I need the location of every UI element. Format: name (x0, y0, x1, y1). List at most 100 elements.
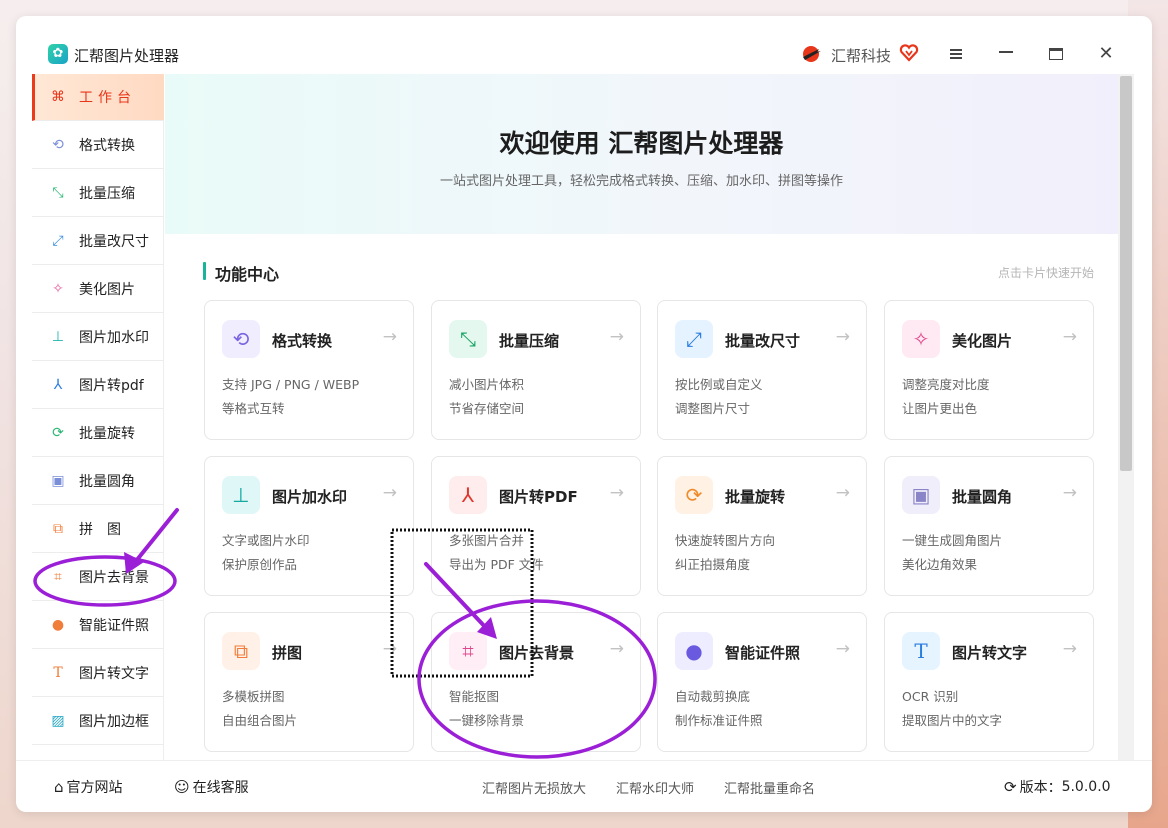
card-title: 批量改尺寸 (725, 332, 801, 350)
card-collage[interactable]: ⧉ 拼图 → 多模板拼图 自由组合图片 (204, 612, 414, 752)
support-label: 在线客服 (192, 780, 249, 796)
sidebar-item-beautify[interactable]: ✧ 美化图片 (32, 266, 164, 313)
card-desc-line1: 自动裁剪换底 (675, 689, 751, 704)
sidebar-item-label: 智能证件照 (79, 618, 149, 634)
sidebar-item-label: 拼图 (79, 522, 135, 538)
sidebar-item-label: 图片加水印 (79, 330, 149, 346)
brand-name[interactable]: 汇帮科技 (831, 45, 891, 66)
sidebar-item-id-photo[interactable]: ● 智能证件照 (32, 602, 164, 649)
resize-icon: ⤢ (675, 320, 713, 358)
arrow-right-icon: → (382, 639, 397, 659)
sidebar-item-round-corner[interactable]: ▣ 批量圆角 (32, 458, 164, 505)
footer-link-upscale[interactable]: 汇帮图片无损放大 (482, 778, 586, 797)
arrow-right-icon: → (382, 327, 397, 347)
arrow-right-icon: → (609, 327, 624, 347)
sidebar-item-label: 图片去背景 (79, 570, 149, 586)
sidebar-item-label: 图片转文字 (79, 666, 149, 682)
support-link[interactable]: ☺ 在线客服 (174, 777, 249, 797)
card-title: 图片转PDF (499, 488, 578, 506)
card-watermark[interactable]: ⊥ 图片加水印 → 文字或图片水印 保护原创作品 (204, 456, 414, 596)
arrow-right-icon: → (835, 639, 850, 659)
rotate-icon: ⟳ (52, 425, 64, 441)
collage-icon: ⧉ (222, 632, 260, 670)
card-desc-line1: 按比例或自定义 (675, 377, 763, 392)
version-number: 5.0.0.0 (1061, 779, 1111, 795)
sidebar-item-label: 批量旋转 (79, 426, 135, 442)
sidebar-item-resize[interactable]: ⤢ 批量改尺寸 (32, 218, 164, 265)
brand-logo-icon (803, 46, 821, 62)
card-desc-line2: 保护原创作品 (222, 557, 298, 572)
minimize-button[interactable] (994, 42, 1018, 66)
card-format-convert[interactable]: ⟲ 格式转换 → 支持 JPG / PNG / WEBP 等格式互转 (204, 300, 414, 440)
card-desc-line2: 纠正拍摄角度 (675, 557, 751, 572)
sidebar-item-label: 美化图片 (79, 282, 135, 298)
card-to-pdf[interactable]: ⅄ 图片转PDF → 多张图片合并 导出为 PDF 文件 (431, 456, 641, 596)
arrow-right-icon: → (609, 639, 624, 659)
sidebar-item-label: 批量圆角 (79, 474, 135, 490)
card-round-corner[interactable]: ▣ 批量圆角 → 一键生成圆角图片 美化边角效果 (884, 456, 1094, 596)
card-desc-line2: 美化边角效果 (902, 557, 978, 572)
sidebar-item-compress[interactable]: ⤡ 批量压缩 (32, 170, 164, 217)
sidebar-item-collage[interactable]: ⧉ 拼图 (32, 506, 164, 553)
card-desc-line2: 导出为 PDF 文件 (449, 557, 544, 572)
card-rotate[interactable]: ⟳ 批量旋转 → 快速旋转图片方向 纠正拍摄角度 (657, 456, 867, 596)
card-title: 批量压缩 (499, 332, 560, 350)
hamburger-icon (950, 49, 962, 59)
card-title: 图片转文字 (952, 644, 1028, 662)
card-desc-line2: 让图片更出色 (902, 401, 978, 416)
card-compress[interactable]: ⤡ 批量压缩 → 减小图片体积 节省存储空间 (431, 300, 641, 440)
magic-wand-icon: ✧ (902, 320, 940, 358)
sidebar-item-border[interactable]: ▨ 图片加边框 (32, 698, 164, 745)
card-beautify[interactable]: ✧ 美化图片 → 调整亮度对比度 让图片更出色 (884, 300, 1094, 440)
resize-icon: ⤢ (52, 233, 64, 249)
website-label: 官方网站 (66, 780, 123, 796)
collage-icon: ⧉ (53, 521, 63, 537)
card-ocr[interactable]: T 图片转文字 → OCR 识别 提取图片中的文字 (884, 612, 1094, 752)
stamp-icon: ⊥ (222, 476, 260, 514)
sidebar-item-label: 批量压缩 (79, 186, 135, 202)
main-content: 欢迎使用 汇帮图片处理器 一站式图片处理工具，轻松完成格式转换、压缩、加水印、拼… (165, 74, 1118, 760)
text-icon: T (902, 632, 940, 670)
stamp-icon: ⊥ (51, 329, 65, 345)
close-button[interactable]: ✕ (1094, 42, 1118, 66)
close-icon: ✕ (1098, 43, 1114, 64)
vertical-scrollbar[interactable] (1118, 74, 1134, 760)
sidebar-item-label: 图片加边框 (79, 714, 149, 730)
website-link[interactable]: ⌂ 官方网站 (54, 777, 123, 797)
card-resize[interactable]: ⤢ 批量改尺寸 → 按比例或自定义 调整图片尺寸 (657, 300, 867, 440)
frame-icon: ▨ (51, 713, 65, 729)
sidebar-item-rotate[interactable]: ⟳ 批量旋转 (32, 410, 164, 457)
footer-link-watermark-master[interactable]: 汇帮水印大师 (616, 778, 694, 797)
sidebar-item-watermark[interactable]: ⊥ 图片加水印 (32, 314, 164, 361)
image-icon: ▣ (51, 473, 65, 489)
version-info: ⟳ 版本： 5.0.0.0 (1004, 777, 1111, 797)
scrollbar-thumb[interactable] (1120, 76, 1132, 471)
sidebar-item-remove-background[interactable]: ⌗ 图片去背景 (32, 554, 164, 601)
card-desc-line2: 节省存储空间 (449, 401, 525, 416)
arrow-right-icon: → (835, 483, 850, 503)
version-label: 版本： (1019, 780, 1062, 796)
card-desc-line2: 调整图片尺寸 (675, 401, 751, 416)
section-accent-bar (203, 262, 206, 280)
headset-icon: ☺ (174, 778, 190, 796)
vip-heart-icon[interactable] (899, 43, 919, 63)
maximize-button[interactable] (1044, 42, 1068, 66)
menu-button[interactable] (944, 42, 968, 66)
section-title: 功能中心 (215, 265, 280, 284)
card-desc-line1: 一键生成圆角图片 (902, 533, 1003, 548)
sidebar-item-to-pdf[interactable]: ⅄ 图片转pdf (32, 362, 164, 409)
card-desc-line2: 提取图片中的文字 (902, 713, 1003, 728)
footer-link-batch-rename[interactable]: 汇帮批量重命名 (724, 778, 815, 797)
welcome-banner: 欢迎使用 汇帮图片处理器 一站式图片处理工具，轻松完成格式转换、压缩、加水印、拼… (165, 74, 1118, 234)
card-remove-background[interactable]: ⌗ 图片去背景 → 智能抠图 一键移除背景 (431, 612, 641, 752)
sidebar-item-workbench[interactable]: ⌘ 工作台 (32, 74, 164, 121)
card-desc-line2: 制作标准证件照 (675, 713, 763, 728)
sidebar-item-ocr[interactable]: T 图片转文字 (32, 650, 164, 697)
sidebar-item-format-convert[interactable]: ⟲ 格式转换 (32, 122, 164, 169)
compress-icon: ⤡ (52, 185, 64, 201)
card-title: 智能证件照 (725, 644, 801, 662)
home-icon: ⌂ (54, 778, 64, 796)
card-desc-line1: 多模板拼图 (222, 689, 285, 704)
arrow-right-icon: → (609, 483, 624, 503)
card-id-photo[interactable]: ● 智能证件照 → 自动裁剪换底 制作标准证件照 (657, 612, 867, 752)
